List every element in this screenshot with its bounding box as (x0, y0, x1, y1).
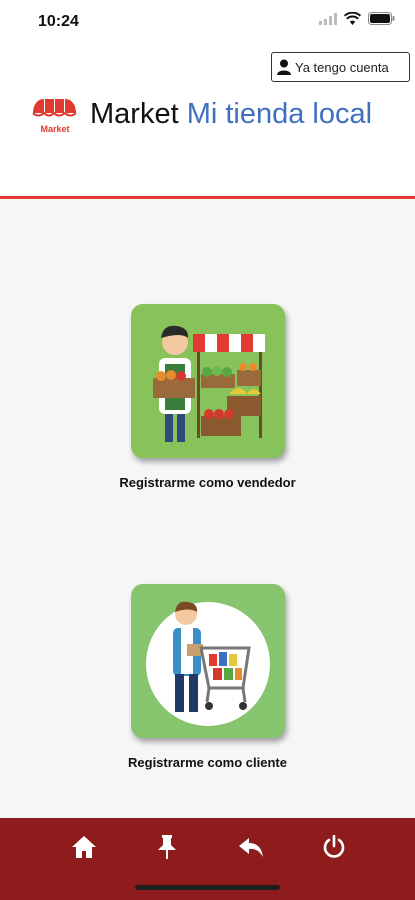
brand-tagline: Mi tienda local (186, 98, 373, 130)
header-divider (0, 196, 415, 199)
wifi-icon (344, 12, 361, 25)
vendor-illustration-icon (153, 325, 265, 442)
status-icons (319, 12, 395, 25)
vendor-option-card[interactable] (131, 304, 285, 458)
brand-name: Market (90, 98, 179, 130)
brand-title: Market Mi tienda local (90, 98, 372, 131)
shopper-illustration-icon (146, 601, 270, 726)
battery-icon (368, 12, 395, 25)
signal-icon (319, 12, 337, 25)
home-indicator (135, 885, 280, 890)
home-icon (72, 836, 96, 858)
already-have-account-button[interactable]: Ya tengo cuenta (271, 52, 410, 82)
nav-back-button[interactable] (236, 832, 266, 862)
logo-text: Market (40, 124, 69, 134)
power-icon (323, 835, 345, 858)
user-icon (277, 59, 291, 75)
status-time: 10:24 (38, 13, 79, 30)
market-logo: Market (32, 99, 77, 134)
back-arrow-icon (239, 838, 263, 857)
status-bar: 10:24 (0, 0, 415, 44)
account-button-label: Ya tengo cuenta (295, 59, 389, 75)
register-vendor-label[interactable]: Registrarme como vendedor (0, 475, 415, 490)
client-option-card[interactable] (131, 584, 285, 738)
nav-home-button[interactable] (69, 832, 99, 862)
nav-pin-button[interactable] (152, 832, 182, 862)
pin-icon (158, 835, 176, 859)
nav-power-button[interactable] (319, 832, 349, 862)
header: Ya tengo cuenta Market Market Mi tienda … (0, 44, 415, 196)
register-client-label[interactable]: Registrarme como cliente (0, 755, 415, 770)
